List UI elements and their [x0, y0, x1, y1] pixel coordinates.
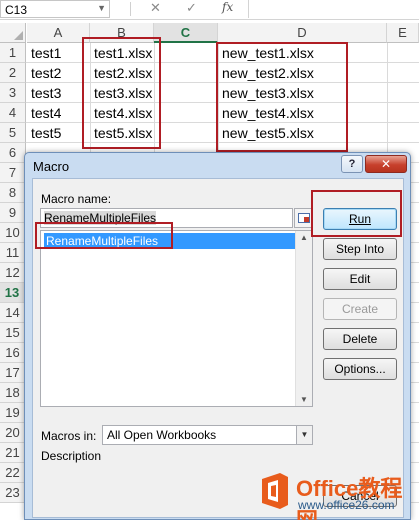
edit-button[interactable]: Edit — [323, 268, 397, 290]
row-header[interactable]: 11 — [0, 243, 26, 263]
cell-b1[interactable]: test1.xlsx — [90, 43, 152, 63]
check-icon[interactable]: ✓ — [186, 0, 197, 16]
scroll-up-icon[interactable]: ▲ — [300, 233, 308, 242]
row-header[interactable]: 20 — [0, 423, 26, 443]
ref-picker-button[interactable] — [294, 208, 313, 228]
cell-a2[interactable]: test2 — [27, 63, 61, 83]
cell-b4[interactable]: test4.xlsx — [90, 103, 152, 123]
row-header[interactable]: 14 — [0, 303, 26, 323]
watermark: Office教程网 www.office26.com — [258, 465, 419, 520]
row-header[interactable]: 17 — [0, 363, 26, 383]
macros-in-label: Macros in: — [41, 429, 97, 443]
range-picker-icon — [298, 213, 310, 223]
row-header[interactable]: 8 — [0, 183, 26, 203]
help-button[interactable]: ? — [341, 155, 363, 173]
formula-bar-divider — [130, 2, 131, 16]
create-button[interactable]: Create — [323, 298, 397, 320]
row-header[interactable]: 13 — [0, 283, 26, 303]
row-header[interactable]: 12 — [0, 263, 26, 283]
watermark-brand: Office教程网 — [296, 476, 403, 520]
dialog-title: Macro — [33, 159, 70, 174]
cell-b3[interactable]: test3.xlsx — [90, 83, 152, 103]
row-header[interactable]: 7 — [0, 163, 26, 183]
description-label: Description — [41, 449, 102, 463]
macros-in-select[interactable]: All Open Workbooks ▼ — [102, 425, 313, 445]
cell-a3[interactable]: test3 — [27, 83, 61, 103]
cell-b5[interactable]: test5.xlsx — [90, 123, 152, 143]
name-box-value: C13 — [5, 3, 28, 17]
select-all-corner[interactable] — [0, 23, 26, 43]
macros-in-value: All Open Workbooks — [107, 428, 217, 442]
run-button[interactable]: Run — [323, 208, 397, 230]
row-header[interactable]: 23 — [0, 483, 26, 503]
cell-a1[interactable]: test1 — [27, 43, 61, 63]
cell-d2[interactable]: new_test2.xlsx — [218, 63, 314, 83]
row-header[interactable]: 10 — [0, 223, 26, 243]
cell-a4[interactable]: test4 — [27, 103, 61, 123]
run-button-label: Run — [348, 212, 371, 226]
column-header-b[interactable]: B — [90, 23, 154, 43]
chevron-down-icon[interactable]: ▼ — [296, 426, 312, 444]
close-button[interactable]: ✕ — [365, 155, 407, 173]
list-item[interactable]: RenameMultipleFiles — [44, 233, 296, 249]
select-all-icon — [14, 31, 23, 40]
row-header[interactable]: 4 — [0, 103, 26, 123]
row-header[interactable]: 22 — [0, 463, 26, 483]
office-logo-icon — [262, 473, 288, 509]
row-header[interactable]: 9 — [0, 203, 26, 223]
vertical-scrollbar[interactable]: ▲ ▼ — [295, 231, 312, 406]
row-header[interactable]: 16 — [0, 343, 26, 363]
macro-name-input[interactable]: RenameMultipleFiles — [40, 208, 293, 228]
row-header[interactable]: 15 — [0, 323, 26, 343]
row-header[interactable]: 21 — [0, 443, 26, 463]
row-header[interactable]: 6 — [0, 143, 26, 163]
row-header[interactable]: 5 — [0, 123, 26, 143]
cell-b2[interactable]: test2.xlsx — [90, 63, 152, 83]
scroll-down-icon[interactable]: ▼ — [300, 395, 308, 404]
cell-d4[interactable]: new_test4.xlsx — [218, 103, 314, 123]
cell-a5[interactable]: test5 — [27, 123, 61, 143]
macro-name-value: RenameMultipleFiles — [44, 211, 157, 225]
row-header[interactable]: 1 — [0, 43, 26, 63]
watermark-url: www.office26.com — [298, 498, 395, 512]
formula-input[interactable] — [248, 0, 419, 18]
delete-button[interactable]: Delete — [323, 328, 397, 350]
macro-name-label: Macro name: — [41, 192, 112, 206]
row-header[interactable]: 18 — [0, 383, 26, 403]
column-header-c[interactable]: C — [154, 23, 218, 43]
formula-bar: C13 ▼ ✕ ✓ fx — [0, 0, 419, 20]
row-header[interactable]: 3 — [0, 83, 26, 103]
cell-d5[interactable]: new_test5.xlsx — [218, 123, 314, 143]
column-header-e[interactable]: E — [387, 23, 419, 43]
cell-d3[interactable]: new_test3.xlsx — [218, 83, 314, 103]
cell-d1[interactable]: new_test1.xlsx — [218, 43, 314, 63]
step-into-button[interactable]: Step Into — [323, 238, 397, 260]
fx-icon[interactable]: fx — [222, 0, 233, 14]
options-button[interactable]: Options... — [323, 358, 397, 380]
row-header[interactable]: 19 — [0, 403, 26, 423]
name-box[interactable]: C13 ▼ — [0, 0, 110, 18]
macro-list[interactable]: RenameMultipleFiles ▲ ▼ — [40, 230, 313, 407]
chevron-down-icon[interactable]: ▼ — [97, 3, 106, 13]
column-header-a[interactable]: A — [27, 23, 90, 43]
row-header[interactable]: 2 — [0, 63, 26, 83]
column-header-d[interactable]: D — [218, 23, 387, 43]
cancel-icon[interactable]: ✕ — [150, 0, 161, 16]
